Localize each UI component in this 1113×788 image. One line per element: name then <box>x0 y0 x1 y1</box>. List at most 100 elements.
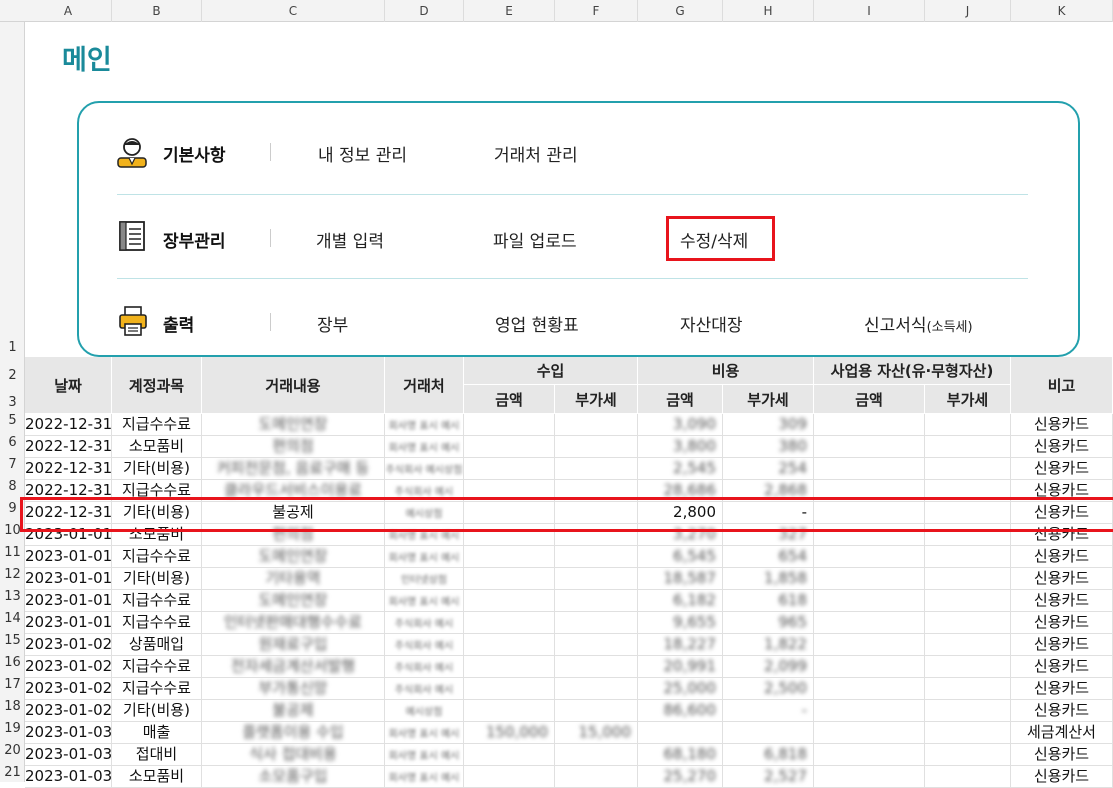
cell-description[interactable]: 플랫폼이용 수입 <box>202 722 385 744</box>
cell-vendor[interactable]: 회사명 표시 예시 <box>385 766 464 788</box>
column-header-a[interactable]: A <box>25 0 112 22</box>
cell-account[interactable]: 지급수수료 <box>112 678 202 700</box>
cell-expense-vat[interactable]: 254 <box>723 458 814 480</box>
cell-asset-vat[interactable] <box>925 568 1011 590</box>
cell-expense-amount[interactable]: 9,655 <box>638 612 723 634</box>
cell-asset-vat[interactable] <box>925 612 1011 634</box>
cell-description[interactable]: 소모품구입 <box>202 766 385 788</box>
cell-description[interactable]: 원재료구입 <box>202 634 385 656</box>
cell-asset-amount[interactable] <box>814 436 925 458</box>
cell-income-amount[interactable]: 150,000 <box>464 722 555 744</box>
row-header-6[interactable]: 6 <box>0 435 25 450</box>
cell-expense-amount[interactable] <box>638 722 723 744</box>
cell-income-amount[interactable] <box>464 458 555 480</box>
cell-vendor[interactable]: 예시상점 <box>385 700 464 722</box>
cell-expense-vat[interactable]: 618 <box>723 590 814 612</box>
cell-expense-amount[interactable]: 25,000 <box>638 678 723 700</box>
cell-note[interactable]: 신용카드 <box>1011 678 1113 700</box>
row-header-20[interactable]: 20 <box>0 743 25 758</box>
cell-description[interactable]: 편의점 <box>202 436 385 458</box>
row-header-2[interactable]: 2 <box>0 368 25 383</box>
cell-note[interactable]: 신용카드 <box>1011 634 1113 656</box>
cell-date[interactable]: 2023-01-02 <box>25 678 112 700</box>
row-header-7[interactable]: 7 <box>0 457 25 472</box>
cell-income-amount[interactable] <box>464 436 555 458</box>
row-header-3[interactable]: 3 <box>0 395 25 410</box>
cell-vendor[interactable]: 회사명 표시 예시 <box>385 744 464 766</box>
cell-asset-amount[interactable] <box>814 634 925 656</box>
cell-date[interactable]: 2023-01-03 <box>25 766 112 788</box>
cell-note[interactable]: 신용카드 <box>1011 568 1113 590</box>
cell-account[interactable]: 지급수수료 <box>112 590 202 612</box>
cell-expense-vat[interactable]: 2,527 <box>723 766 814 788</box>
cell-note[interactable]: 신용카드 <box>1011 546 1113 568</box>
cell-income-amount[interactable] <box>464 634 555 656</box>
menu-item-single-entry[interactable]: 개별 입력 <box>316 227 384 252</box>
cell-expense-amount[interactable]: 68,180 <box>638 744 723 766</box>
row-header-13[interactable]: 13 <box>0 589 25 604</box>
row-header-1[interactable]: 1 <box>0 340 25 355</box>
menu-item-sales-status[interactable]: 영업 현황표 <box>495 311 579 336</box>
cell-vendor[interactable]: 인터넷상점 <box>385 568 464 590</box>
cell-income-vat[interactable] <box>555 634 638 656</box>
cell-vendor[interactable]: 회사명 표시 예시 <box>385 436 464 458</box>
cell-expense-vat[interactable]: 309 <box>723 414 814 436</box>
cell-income-vat[interactable] <box>555 546 638 568</box>
cell-date[interactable]: 2022-12-31 <box>25 436 112 458</box>
cell-expense-amount[interactable]: 6,182 <box>638 590 723 612</box>
cell-note[interactable]: 신용카드 <box>1011 590 1113 612</box>
cell-vendor[interactable]: 회사명 표시 예시 <box>385 546 464 568</box>
cell-expense-vat[interactable]: 2,099 <box>723 656 814 678</box>
cell-description[interactable]: 도메인연장 <box>202 590 385 612</box>
cell-vendor[interactable]: 주식회사 예시 <box>385 634 464 656</box>
menu-item-asset-ledger[interactable]: 자산대장 <box>680 311 743 336</box>
cell-asset-vat[interactable] <box>925 678 1011 700</box>
cell-date[interactable]: 2023-01-02 <box>25 656 112 678</box>
cell-income-amount[interactable] <box>464 546 555 568</box>
cell-description[interactable]: 부가통신망 <box>202 678 385 700</box>
cell-note[interactable]: 신용카드 <box>1011 436 1113 458</box>
cell-note[interactable]: 신용카드 <box>1011 414 1113 436</box>
cell-income-amount[interactable] <box>464 612 555 634</box>
column-header-h[interactable]: H <box>723 0 814 22</box>
row-header-8[interactable]: 8 <box>0 479 25 494</box>
column-header-i[interactable]: I <box>814 0 925 22</box>
cell-description[interactable]: 커피전문점, 음료구매 등 <box>202 458 385 480</box>
row-header-16[interactable]: 16 <box>0 655 25 670</box>
cell-description[interactable]: 불공제 <box>202 700 385 722</box>
cell-date[interactable]: 2022-12-31 <box>25 414 112 436</box>
row-header-15[interactable]: 15 <box>0 633 25 648</box>
cell-vendor[interactable]: 주식회사 예시 <box>385 656 464 678</box>
cell-income-vat[interactable] <box>555 678 638 700</box>
cell-vendor[interactable]: 회사명 표시 예시 <box>385 590 464 612</box>
cell-note[interactable]: 신용카드 <box>1011 656 1113 678</box>
cell-vendor[interactable]: 주식회사 예시 <box>385 612 464 634</box>
cell-date[interactable]: 2023-01-03 <box>25 744 112 766</box>
cell-account[interactable]: 소모품비 <box>112 766 202 788</box>
cell-expense-vat[interactable]: 1,822 <box>723 634 814 656</box>
column-header-j[interactable]: J <box>925 0 1011 22</box>
cell-note[interactable]: 세금계산서 <box>1011 722 1113 744</box>
cell-income-vat[interactable] <box>555 568 638 590</box>
cell-income-amount[interactable] <box>464 744 555 766</box>
cell-asset-amount[interactable] <box>814 590 925 612</box>
cell-expense-vat[interactable]: 380 <box>723 436 814 458</box>
cell-expense-amount[interactable]: 3,800 <box>638 436 723 458</box>
cell-vendor[interactable]: 회사명 표시 예시 <box>385 414 464 436</box>
cell-date[interactable]: 2023-01-01 <box>25 546 112 568</box>
cell-income-amount[interactable] <box>464 678 555 700</box>
cell-account[interactable]: 지급수수료 <box>112 414 202 436</box>
cell-vendor[interactable]: 주식회사 예시 <box>385 678 464 700</box>
cell-income-vat[interactable]: 15,000 <box>555 722 638 744</box>
column-header-d[interactable]: D <box>385 0 464 22</box>
cell-asset-vat[interactable] <box>925 700 1011 722</box>
cell-income-vat[interactable] <box>555 436 638 458</box>
cell-expense-amount[interactable]: 6,545 <box>638 546 723 568</box>
cell-asset-amount[interactable] <box>814 678 925 700</box>
cell-date[interactable]: 2023-01-01 <box>25 590 112 612</box>
cell-description[interactable]: 전자세금계산서발행 <box>202 656 385 678</box>
cell-account[interactable]: 기타(비용) <box>112 700 202 722</box>
cell-note[interactable]: 신용카드 <box>1011 700 1113 722</box>
cell-income-vat[interactable] <box>555 612 638 634</box>
cell-income-amount[interactable] <box>464 766 555 788</box>
